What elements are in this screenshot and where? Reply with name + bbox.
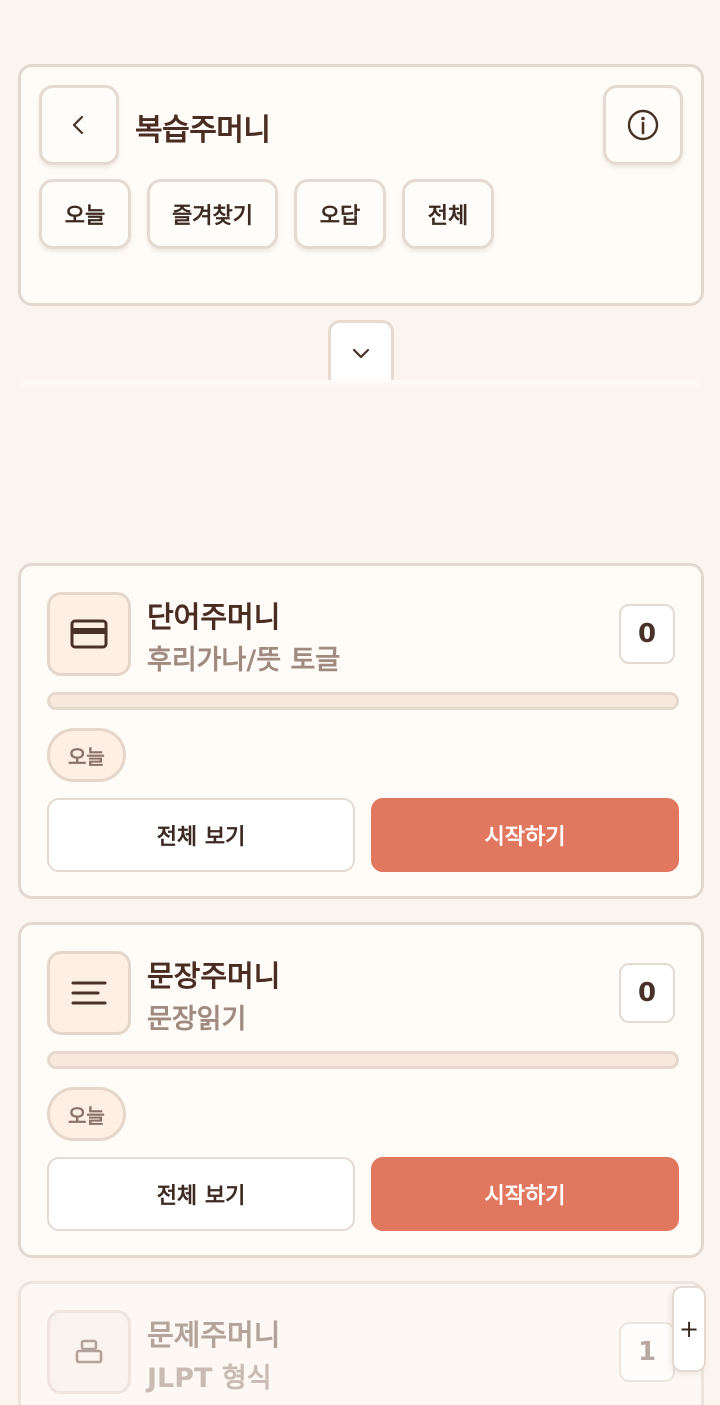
chevron-left-icon xyxy=(72,115,84,135)
card-icon xyxy=(47,592,131,676)
chevron-down-icon xyxy=(352,348,370,358)
progress-bar xyxy=(47,692,679,710)
filter-favorites-button[interactable]: 즐겨찾기 xyxy=(147,179,278,249)
filter-tabs: 오늘 즐겨찾기 오답 전체 xyxy=(39,179,494,249)
sentence-pouch-card: 문장주머니 문장읽기 0 오늘 전체 보기 시작하기 xyxy=(18,922,704,1258)
view-all-button[interactable]: 전체 보기 xyxy=(47,798,355,872)
pouch-subtitle: 후리가나/뜻 토글 xyxy=(147,645,341,676)
header-card: 복습주머니 오늘 즐겨찾기 오답 전체 xyxy=(18,64,704,306)
filter-all-button[interactable]: 전체 xyxy=(401,179,494,249)
progress-bar xyxy=(47,1051,679,1069)
pouch-title: 단어주머니 xyxy=(147,600,281,634)
back-button[interactable] xyxy=(39,85,119,165)
pouch-count: 0 xyxy=(619,604,675,664)
lines-icon xyxy=(47,951,131,1035)
pouch-count: 0 xyxy=(619,963,675,1023)
floating-add-tab[interactable]: + xyxy=(672,1286,706,1372)
view-all-button[interactable]: 전체 보기 xyxy=(47,1157,355,1231)
pouch-title: 문장주머니 xyxy=(147,959,281,993)
divider xyxy=(20,380,700,390)
filter-wrong-button[interactable]: 오답 xyxy=(293,179,386,249)
filter-today-button[interactable]: 오늘 xyxy=(39,179,131,249)
printer-icon xyxy=(47,1310,131,1394)
pouch-title: 문제주머니 xyxy=(147,1318,281,1352)
start-button[interactable]: 시작하기 xyxy=(371,798,679,872)
pouch-subtitle: JLPT 형식 xyxy=(147,1363,272,1394)
pouch-subtitle: 문장읽기 xyxy=(147,1004,247,1035)
word-pouch-card: 단어주머니 후리가나/뜻 토글 0 오늘 전체 보기 시작하기 xyxy=(18,563,704,899)
page-title: 복습주머니 xyxy=(135,113,271,148)
collapse-toggle-button[interactable] xyxy=(328,320,394,382)
start-button[interactable]: 시작하기 xyxy=(371,1157,679,1231)
today-badge: 오늘 xyxy=(47,1087,126,1141)
pouch-count: 1 xyxy=(619,1322,675,1382)
info-button[interactable] xyxy=(603,85,683,165)
question-pouch-card: 문제주머니 JLPT 형식 1 xyxy=(18,1281,704,1405)
info-icon xyxy=(627,109,659,141)
today-badge: 오늘 xyxy=(47,728,126,782)
